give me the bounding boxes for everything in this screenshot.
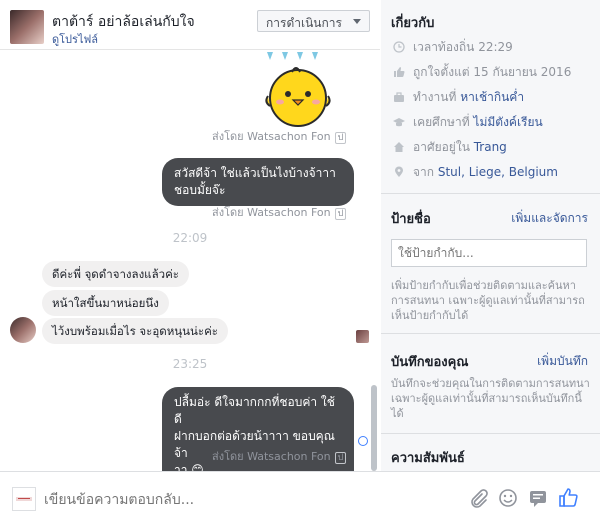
page-avatar — [12, 487, 36, 511]
local-time-text: เวลาท้องถิ่น 22:29 — [413, 40, 513, 54]
chat-panel: ตาต้าร์ อย่าล้อเล่นกับใจ ดูโปรไฟล์ การดำ… — [0, 0, 380, 530]
briefcase-icon — [394, 92, 404, 102]
chat-header: ตาต้าร์ อย่าล้อเล่นกับใจ ดูโปรไฟล์ การดำ… — [0, 0, 380, 50]
notes-title: บันทึกของคุณ — [391, 355, 469, 370]
study-link[interactable]: ไม่มีตังค์เรียน — [473, 115, 542, 129]
sent-by-text: ส่งโดย Watsachon Fon — [212, 206, 331, 219]
sent-by-text: ส่งโดย Watsachon Fon — [212, 450, 331, 463]
caret-down-icon — [353, 19, 361, 24]
lives-row: อาศัยอยู่ใน Trang — [393, 138, 507, 156]
chick-sticker — [265, 52, 331, 127]
from-link[interactable]: Stul, Liege, Belgium — [438, 165, 558, 179]
message-thread[interactable]: ส่งโดย Watsachon Fon ป สวัสดีจ้า ใช่แล้วเ… — [0, 50, 380, 471]
contact-avatar-small[interactable] — [10, 317, 36, 343]
from-row: จาก Stul, Liege, Belgium — [393, 163, 558, 181]
view-profile-link[interactable]: ดูโปรไฟล์ — [52, 30, 98, 48]
info-panel: เกี่ยวกับ เวลาท้องถิ่น 22:29 ถูกใจตั้งแต… — [381, 0, 600, 471]
liked-since-text: ถูกใจตั้งแต่ 15 กันยายน 2016 — [413, 65, 572, 79]
notes-help-text: บันทึกจะช่วยคุณในการติดตามการสนทนา เฉพาะ… — [391, 377, 590, 420]
attach-icon[interactable] — [468, 488, 488, 508]
message-line: ชอบมั้ยจ๊ะ — [174, 183, 226, 197]
work-prefix: ทำงานที่ — [413, 90, 461, 104]
message-incoming[interactable]: ดีค่ะพี่ จุดดำจางลงแล้วค่ะ — [42, 261, 189, 287]
tags-help-text: เพิ่มป้ายกำกับเพื่อช่วยติดตามและค้นหาการ… — [391, 279, 585, 322]
study-prefix: เคยศึกษาที่ — [413, 115, 474, 129]
scrollbar[interactable] — [371, 385, 377, 471]
liked-since-row: ถูกใจตั้งแต่ 15 กันยายน 2016 — [393, 63, 571, 81]
from-prefix: จาก — [413, 165, 438, 179]
lives-prefix: อาศัยอยู่ใน — [413, 140, 474, 154]
tag-input[interactable] — [391, 239, 587, 267]
message-outgoing[interactable]: สวัสดีจ้า ใช่แล้วเป็นไงบ้างจ้าาา ชอบมั้ย… — [162, 158, 354, 206]
read-receipt-avatar — [356, 330, 369, 343]
message-incoming[interactable]: หน้าใสขึ้นมาหน่อยนึง — [42, 290, 169, 316]
message-incoming[interactable]: ไว้งบพร้อมเมื่อไร จะอุดหนุนน่ะค่ะ — [42, 318, 228, 344]
like-icon[interactable] — [558, 486, 580, 508]
divider — [381, 333, 600, 334]
tags-title: ป้ายชื่อ — [391, 212, 431, 227]
timestamp: 23:25 — [172, 357, 208, 371]
work-link[interactable]: หาเช้ากินค่ำ — [460, 90, 524, 104]
study-row: เคยศึกษาที่ ไม่มีตังค์เรียน — [393, 113, 543, 131]
contact-avatar[interactable] — [10, 10, 44, 44]
sent-by-label: ส่งโดย Watsachon Fon ป — [212, 127, 347, 145]
add-note-link[interactable]: เพิ่มบันทึก — [537, 352, 588, 371]
lives-link[interactable]: Trang — [474, 140, 507, 154]
composer-bar — [0, 471, 600, 530]
divider — [381, 433, 600, 434]
sent-by-text: ส่งโดย Watsachon Fon — [212, 130, 331, 143]
manage-tags-link[interactable]: เพิ่มและจัดการ — [511, 209, 588, 228]
home-icon — [394, 142, 404, 152]
actions-label: การดำเนินการ — [266, 16, 342, 30]
message-line: สวัสดีจ้า ใช่แล้วเป็นไงบ้างจ้าาา — [174, 166, 336, 180]
work-row: ทำงานที่ หาเช้ากินค่ำ — [393, 88, 524, 106]
sticker-icon[interactable] — [528, 488, 548, 508]
seen-indicator: ป — [334, 208, 347, 220]
seen-indicator: ป — [334, 132, 347, 144]
clock-icon — [393, 41, 405, 53]
location-pin-icon — [395, 166, 403, 177]
message-line: ปลื้มอ่ะ ดีใจมากกกที่ชอบค่า ใช้ดี — [174, 395, 335, 426]
reply-input[interactable] — [44, 490, 434, 510]
relationship-title: ความสัมพันธ์ — [391, 451, 465, 466]
delivered-check-icon — [358, 436, 368, 446]
graduation-cap-icon — [393, 118, 405, 127]
local-time-row: เวลาท้องถิ่น 22:29 — [393, 38, 513, 56]
page-logo-icon — [16, 497, 32, 501]
divider — [381, 193, 600, 194]
actions-dropdown[interactable]: การดำเนินการ — [257, 10, 370, 32]
sent-by-label: ส่งโดย Watsachon Fon ป — [212, 203, 347, 221]
sent-by-label: ส่งโดย Watsachon Fon ป — [212, 447, 347, 465]
thumbs-up-icon — [394, 67, 405, 77]
emoji-icon[interactable] — [498, 488, 518, 508]
about-title: เกี่ยวกับ — [391, 16, 435, 31]
seen-indicator: ป — [334, 452, 347, 464]
timestamp: 22:09 — [172, 231, 208, 245]
